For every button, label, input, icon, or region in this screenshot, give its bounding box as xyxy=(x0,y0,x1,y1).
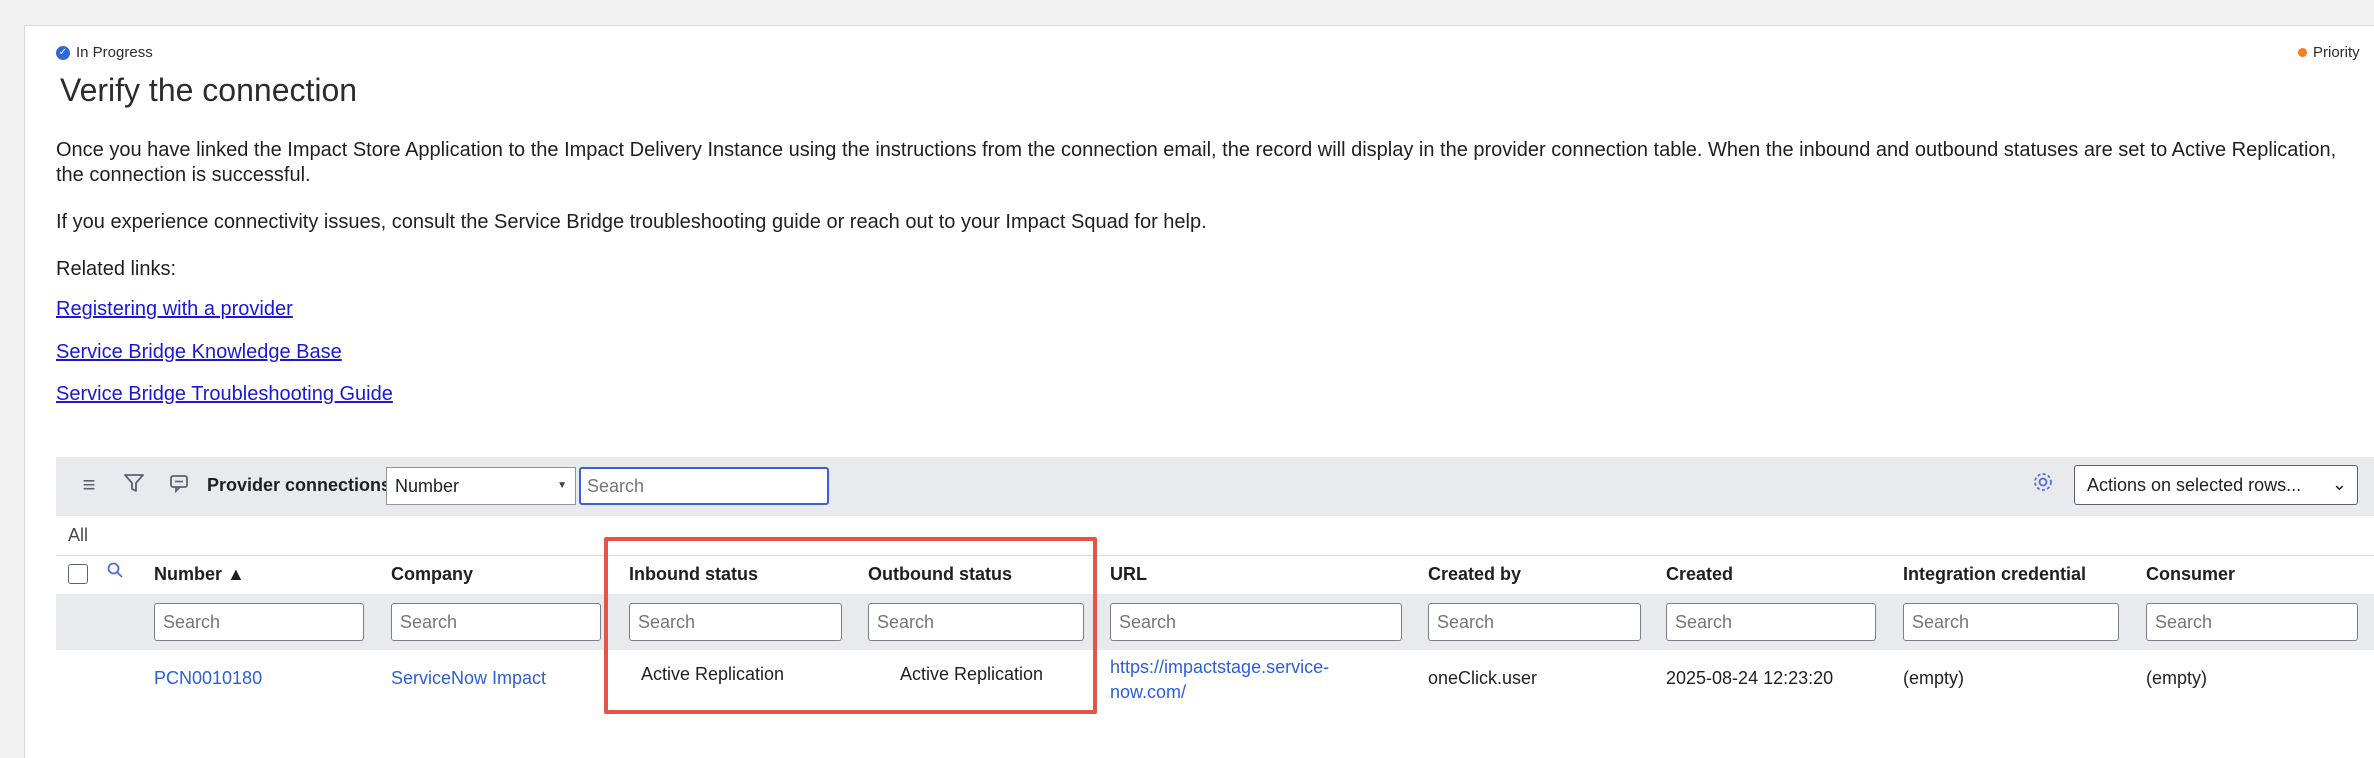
cell-number-link[interactable]: PCN0010180 xyxy=(154,668,262,689)
page-title: Verify the connection xyxy=(60,72,358,108)
column-header-company[interactable]: Company xyxy=(391,564,473,585)
priority-label: Priority xyxy=(2313,44,2360,61)
chevron-down-icon: ▼ xyxy=(557,480,567,491)
link-service-bridge-kb[interactable]: Service Bridge Knowledge Base xyxy=(56,341,342,364)
filter-created-by-input[interactable] xyxy=(1428,603,1641,641)
column-header-created-by[interactable]: Created by xyxy=(1428,564,1521,585)
priority-badge: Priority xyxy=(2298,44,2374,61)
chevron-down-icon: ⌄ xyxy=(2331,474,2347,494)
search-icon[interactable] xyxy=(106,561,124,584)
column-header-integration-credential[interactable]: Integration credential xyxy=(1903,564,2086,585)
status-highlight-box xyxy=(604,537,1097,714)
search-field-select[interactable]: Number ▼ xyxy=(386,467,576,505)
comment-icon[interactable] xyxy=(166,472,192,500)
filter-consumer-input[interactable] xyxy=(2146,603,2358,641)
select-all-checkbox[interactable] xyxy=(68,564,88,584)
cell-company-link[interactable]: ServiceNow Impact xyxy=(391,668,546,689)
related-links-label: Related links: xyxy=(56,258,177,280)
divider xyxy=(56,555,2374,556)
actions-select[interactable]: Actions on selected rows... ⌄ xyxy=(2074,465,2358,505)
help-paragraph: If you experience connectivity issues, c… xyxy=(56,211,1207,233)
breadcrumb[interactable]: All xyxy=(68,525,88,546)
filter-company-input[interactable] xyxy=(391,603,601,641)
column-filter-row xyxy=(56,594,2374,650)
filter-url-input[interactable] xyxy=(1110,603,1402,641)
priority-dot-icon xyxy=(2298,48,2307,57)
column-header-consumer[interactable]: Consumer xyxy=(2146,564,2235,585)
state-badge: ✓ In Progress xyxy=(56,44,153,61)
hamburger-icon[interactable]: ≡ xyxy=(76,472,102,500)
column-header-created[interactable]: Created xyxy=(1666,564,1733,585)
list-title: Provider connections xyxy=(207,475,392,495)
in-progress-icon: ✓ xyxy=(56,45,70,60)
actions-label: Actions on selected rows... xyxy=(2087,475,2302,495)
cell-integration-credential: (empty) xyxy=(1903,668,1965,688)
list-search-input[interactable] xyxy=(579,467,829,505)
filter-integration-credential-input[interactable] xyxy=(1903,603,2119,641)
column-header-number[interactable]: Number ▲ xyxy=(154,564,245,585)
column-header-url[interactable]: URL xyxy=(1110,564,1147,585)
link-troubleshooting-guide[interactable]: Service Bridge Troubleshooting Guide xyxy=(56,383,393,406)
list-toolbar: ≡ Provider connections Number ▼ Actions … xyxy=(56,457,2374,516)
state-label: In Progress xyxy=(76,44,153,61)
gear-icon[interactable] xyxy=(2032,471,2054,500)
instructions-paragraph: Once you have linked the Impact Store Ap… xyxy=(56,139,2337,186)
cell-url-link[interactable]: https://impactstage.service-now.com/ xyxy=(1110,655,1360,705)
filter-number-input[interactable] xyxy=(154,603,364,641)
cell-created: 2025-08-24 12:23:20 xyxy=(1666,668,1834,688)
filter-icon[interactable] xyxy=(121,472,147,500)
filter-created-input[interactable] xyxy=(1666,603,1876,641)
link-registering-with-provider[interactable]: Registering with a provider xyxy=(56,298,293,321)
cell-created-by: oneClick.user xyxy=(1428,668,1538,688)
search-field-value: Number xyxy=(395,476,460,496)
cell-consumer: (empty) xyxy=(2146,668,2208,688)
